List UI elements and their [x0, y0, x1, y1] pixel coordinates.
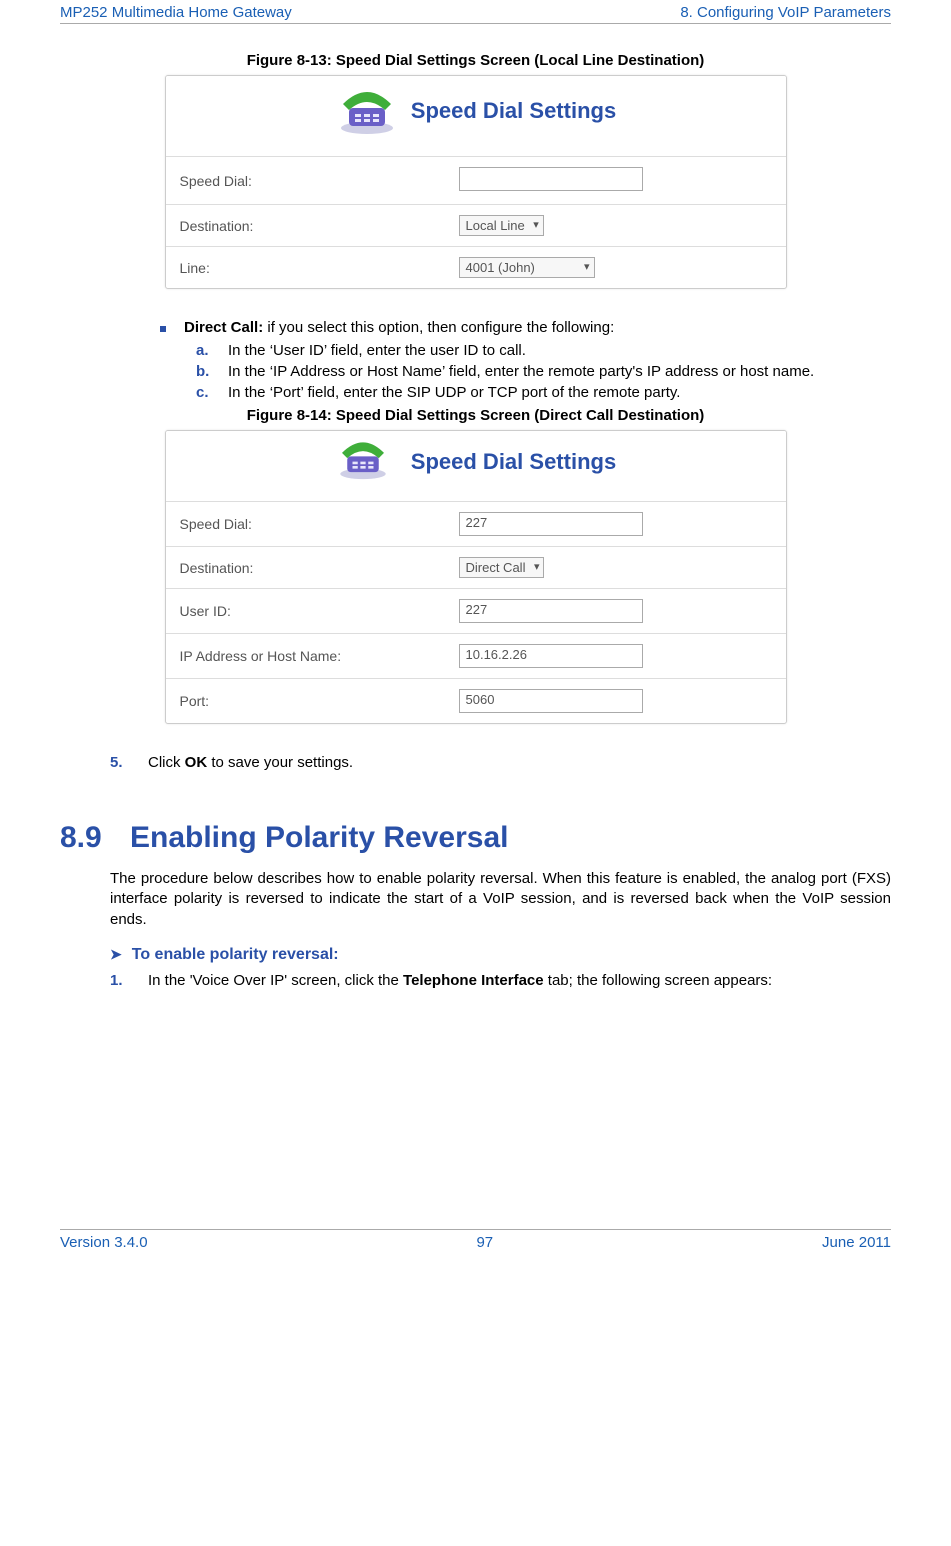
ip-host-input[interactable]: 10.16.2.26	[459, 644, 643, 668]
table-row: Speed Dial: 227	[166, 502, 786, 547]
speed-dial-input[interactable]	[459, 167, 643, 191]
step-a-text: In the ‘User ID’ field, enter the user I…	[228, 342, 526, 359]
ip-host-label: IP Address or Host Name:	[166, 634, 445, 679]
destination-label: Destination:	[166, 547, 445, 589]
footer: Version 3.4.0 97 June 2011	[60, 1229, 891, 1255]
top-divider	[60, 23, 891, 24]
table-row: Speed Dial:	[166, 157, 786, 205]
phone-icon	[335, 86, 399, 136]
step-1-text: In the 'Voice Over IP' screen, click the…	[148, 972, 772, 989]
destination-label: Destination:	[166, 205, 445, 247]
figure-8-14-caption: Figure 8-14: Speed Dial Settings Screen …	[60, 407, 891, 424]
port-label: Port:	[166, 679, 445, 724]
direct-call-text: Direct Call: if you select this option, …	[184, 319, 614, 336]
doc-title-left: MP252 Multimedia Home Gateway	[60, 4, 292, 21]
speed-dial-input[interactable]: 227	[459, 512, 643, 536]
procedure-heading: ➤To enable polarity reversal:	[110, 946, 891, 964]
step-number: 5.	[110, 754, 130, 771]
step-letter-b: b.	[196, 363, 214, 380]
footer-version: Version 3.4.0	[60, 1234, 148, 1251]
bullet-icon	[160, 326, 166, 332]
step-1: 1. In the 'Voice Over IP' screen, click …	[110, 972, 891, 989]
step-c-text: In the ‘Port’ field, enter the SIP UDP o…	[228, 384, 680, 401]
step-letter-a: a.	[196, 342, 214, 359]
destination-select[interactable]: Direct Call	[459, 557, 545, 578]
table-row: Destination: Local Line	[166, 205, 786, 247]
table-row: User ID: 227	[166, 589, 786, 634]
table-row: IP Address or Host Name: 10.16.2.26	[166, 634, 786, 679]
section-8-9-paragraph: The procedure below describes how to ena…	[110, 869, 891, 930]
phone-icon	[335, 437, 399, 487]
speed-dial-label: Speed Dial:	[166, 502, 445, 547]
step-b-text: In the ‘IP Address or Host Name’ field, …	[228, 363, 814, 380]
direct-call-bullet: Direct Call: if you select this option, …	[160, 319, 891, 336]
speed-dial-title: Speed Dial Settings	[411, 98, 616, 124]
speed-dial-title: Speed Dial Settings	[411, 449, 616, 475]
table-row: Destination: Direct Call	[166, 547, 786, 589]
line-select[interactable]: 4001 (John)	[459, 257, 595, 278]
port-input[interactable]: 5060	[459, 689, 643, 713]
footer-date: June 2011	[822, 1234, 891, 1251]
speed-dial-label: Speed Dial:	[166, 157, 445, 205]
table-row: Line: 4001 (John)	[166, 247, 786, 289]
step-letter-c: c.	[196, 384, 214, 401]
step-5-text: Click OK to save your settings.	[148, 754, 353, 771]
step-number: 1.	[110, 972, 130, 989]
step-5: 5. Click OK to save your settings.	[110, 754, 891, 771]
direct-call-steps: a. In the ‘User ID’ field, enter the use…	[196, 342, 891, 401]
speed-dial-header: Speed Dial Settings	[166, 76, 786, 156]
footer-page-number: 97	[476, 1234, 493, 1251]
user-id-label: User ID:	[166, 589, 445, 634]
line-label: Line:	[166, 247, 445, 289]
speed-dial-fields-table: Speed Dial: Destination: Local Line Line…	[166, 156, 786, 288]
speed-dial-settings-direct-screenshot: Speed Dial Settings Speed Dial: 227 Dest…	[165, 430, 787, 724]
destination-select[interactable]: Local Line	[459, 215, 544, 236]
speed-dial-settings-local-screenshot: Speed Dial Settings Speed Dial: Destinat…	[165, 75, 787, 289]
doc-title-right: 8. Configuring VoIP Parameters	[680, 4, 891, 21]
table-row: Port: 5060	[166, 679, 786, 724]
figure-8-13-caption: Figure 8-13: Speed Dial Settings Screen …	[60, 52, 891, 69]
speed-dial-header: Speed Dial Settings	[166, 431, 786, 501]
user-id-input[interactable]: 227	[459, 599, 643, 623]
section-8-9-heading: 8.9Enabling Polarity Reversal	[60, 821, 891, 855]
speed-dial-fields-table: Speed Dial: 227 Destination: Direct Call…	[166, 501, 786, 723]
triangle-icon: ➤	[110, 946, 122, 963]
